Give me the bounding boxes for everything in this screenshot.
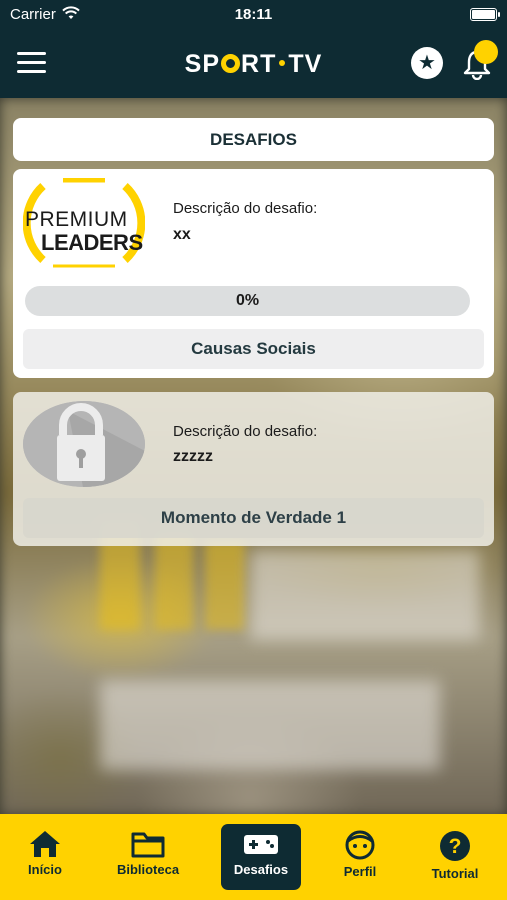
tab-label: Início — [28, 862, 62, 877]
status-bar: Carrier 18:11 — [0, 0, 507, 30]
tab-desafios[interactable]: Desafios — [221, 824, 301, 890]
home-icon — [30, 831, 60, 857]
logo-text: TV — [288, 50, 323, 78]
bottom-tab-bar: Início Biblioteca Desafios Perfil ? Tuto… — [0, 814, 507, 900]
logo-text: SP — [184, 50, 221, 78]
badge-line-1: PREMIUM — [25, 208, 128, 231]
background-blur-shape — [100, 680, 440, 770]
face-icon — [345, 830, 375, 860]
description-label: Descrição do desafio: — [173, 200, 318, 217]
badge-line-2: LEADERS — [41, 230, 143, 255]
challenge-progress-bar: 0% — [25, 286, 470, 316]
locked-challenge-card[interactable]: Descrição do desafio: zzzzz Momento de V… — [13, 392, 494, 546]
top-navbar: SP RT TV ★ — [0, 30, 507, 98]
logo-text: RT — [241, 50, 277, 78]
tab-tutorial[interactable]: ? Tutorial — [415, 824, 495, 890]
description-value: xx — [173, 226, 191, 243]
gamepad-icon — [244, 835, 278, 854]
background-blur-shape — [250, 550, 480, 640]
challenge-card[interactable]: PREMIUM LEADERS Descrição do desafio: xx… — [13, 169, 494, 378]
folder-icon — [131, 832, 165, 858]
lock-icon — [23, 401, 145, 487]
battery-icon — [470, 8, 500, 21]
tab-label: Tutorial — [431, 866, 479, 881]
svg-text:?: ? — [449, 835, 462, 858]
notification-badge — [474, 40, 498, 64]
premium-leaders-badge: PREMIUM LEADERS — [23, 178, 145, 268]
page-title: DESAFIOS — [210, 130, 297, 149]
tab-label: Perfil — [343, 864, 377, 879]
tab-inicio[interactable]: Início — [5, 824, 85, 890]
favorites-star-icon[interactable]: ★ — [411, 47, 443, 79]
tab-label: Desafios — [233, 862, 289, 877]
description-label: Descrição do desafio: — [173, 423, 318, 440]
background-blur-shape — [205, 540, 245, 630]
category-button[interactable]: Momento de Verdade 1 — [23, 498, 484, 538]
progress-label: 0% — [235, 292, 260, 309]
tab-perfil[interactable]: Perfil — [320, 824, 400, 890]
page-title-card: DESAFIOS — [13, 118, 494, 161]
tab-biblioteca[interactable]: Biblioteca — [108, 824, 188, 890]
logo-ring — [221, 54, 241, 73]
tab-label: Biblioteca — [116, 862, 180, 877]
clock: 18:11 — [234, 6, 273, 23]
category-button[interactable]: Causas Sociais — [23, 329, 484, 369]
help-icon: ? — [440, 831, 470, 861]
description-value: zzzzz — [173, 448, 213, 465]
logo-dot — [279, 60, 286, 66]
